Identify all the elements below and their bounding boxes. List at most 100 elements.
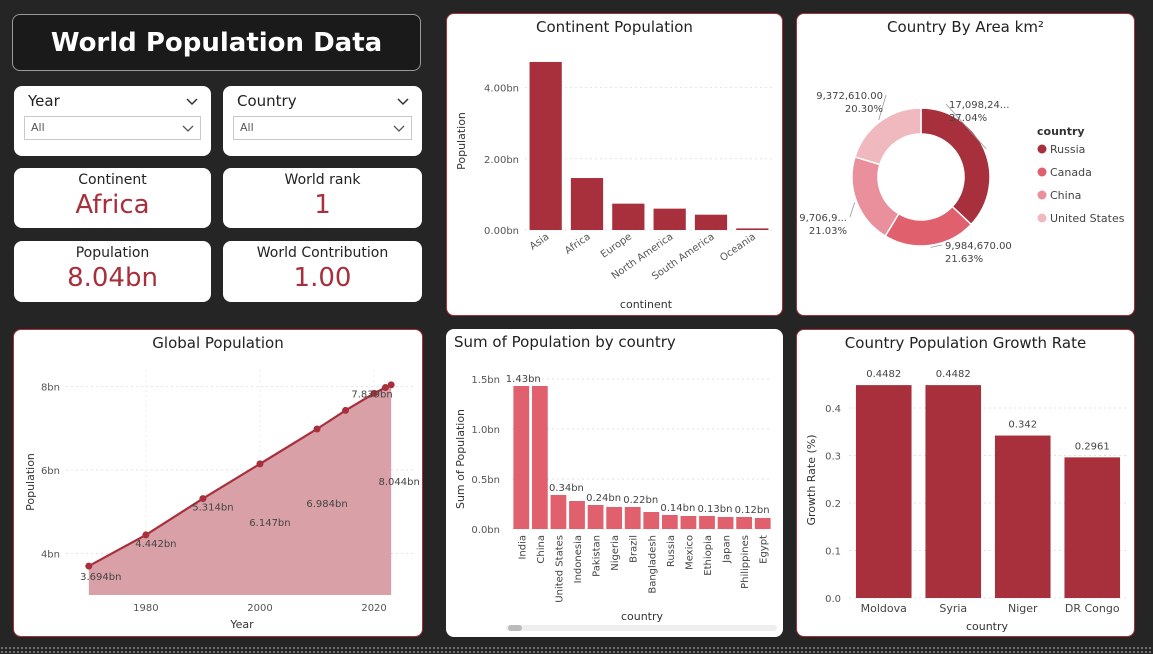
- x-axis-label: country: [621, 610, 664, 623]
- x-tick-label: Russia: [666, 535, 677, 567]
- x-tick-label: Japan: [722, 535, 733, 564]
- population-kpi-label: Population: [75, 245, 150, 261]
- y-tick-label: 0.5bn: [471, 475, 500, 486]
- data-label: 0.12bn: [735, 505, 770, 516]
- x-tick-label: Ethiopia: [703, 535, 714, 576]
- y-tick-label: 0.1: [825, 547, 841, 558]
- year-slicer[interactable]: Year All: [14, 86, 211, 156]
- legend-item-china: China: [1050, 189, 1081, 202]
- population-by-country-card[interactable]: Sum of Population by country 0.0bn 0.5bn 1…: [446, 329, 783, 637]
- continent-kpi-label: Continent: [78, 172, 147, 188]
- growth-rate-card[interactable]: Country Population Growth Rate 0.0 0.1 0.2…: [796, 329, 1135, 637]
- scrollbar-thumb[interactable]: [508, 625, 522, 631]
- bar-pakistan: [587, 505, 604, 529]
- data-label: 0.34bn: [549, 483, 584, 494]
- x-tick-label: Brazil: [629, 535, 640, 563]
- y-tick-label: 4bn: [41, 549, 60, 560]
- horizontal-scrollbar[interactable]: [506, 625, 777, 631]
- bar-japan: [717, 517, 734, 529]
- slice-percent-label: 21.03%: [809, 226, 847, 237]
- donut-slice-united-states: [854, 107, 922, 166]
- world-contribution-kpi-value: 1.00: [293, 263, 352, 293]
- x-tick-label: Philippines: [740, 535, 751, 589]
- y-tick-label: 0.0: [825, 594, 841, 605]
- y-axis-label: Population: [455, 112, 468, 170]
- x-tick-label: China: [536, 535, 547, 564]
- bar-india: [513, 386, 530, 529]
- data-label: 7.839bn: [351, 389, 392, 400]
- year-dropdown-value: All: [31, 121, 45, 134]
- y-axis-label: Population: [24, 453, 37, 511]
- legend-item-united-states: United States: [1050, 212, 1125, 225]
- y-axis-label: Sum of Population: [454, 409, 467, 509]
- chevron-down-icon[interactable]: [185, 94, 199, 108]
- x-axis-label: Year: [229, 618, 254, 631]
- world-contribution-kpi-label: World Contribution: [256, 245, 389, 261]
- data-label: 4.442bn: [135, 539, 176, 550]
- bar-dr-congo: [1064, 457, 1121, 598]
- data-label: 8.044bn: [379, 477, 420, 488]
- bar-brazil: [624, 507, 641, 529]
- data-label: 6.147bn: [249, 518, 290, 529]
- world-rank-kpi-label: World rank: [284, 172, 361, 188]
- bar-syria: [925, 385, 982, 598]
- x-tick-label: Asia: [528, 231, 551, 252]
- bar-south-america: [694, 214, 728, 230]
- chevron-down-icon: [393, 125, 405, 132]
- bar-africa: [570, 178, 604, 230]
- continent-population-chart[interactable]: 0.00bn2.00bn4.00bnAsia Africa EuropeNorth …: [447, 14, 783, 316]
- country-slicer[interactable]: Country All: [223, 86, 422, 156]
- year-dropdown[interactable]: All: [24, 116, 201, 140]
- x-axis-label: continent: [620, 298, 673, 311]
- bar-moldova: [855, 385, 912, 598]
- data-label: 0.24bn: [586, 493, 621, 504]
- data-point-2023: [387, 381, 395, 389]
- data-point-1980: [142, 531, 150, 539]
- data-label: 0.342: [1008, 420, 1037, 431]
- bar-asia: [529, 61, 562, 230]
- world-rank-kpi-card: World rank 1: [223, 168, 422, 228]
- x-axis-label: country: [966, 620, 1009, 633]
- x-tick-label: Bangladesh: [647, 535, 658, 594]
- y-tick-label: 1.5bn: [471, 375, 500, 386]
- growth-rate-chart[interactable]: 0.0 0.1 0.2 0.3 0.4 0.4482 Moldova 0.4482 Syria 0…: [797, 330, 1135, 637]
- data-point-1990: [199, 495, 207, 503]
- y-axis-label: Growth Rate (%): [805, 434, 818, 525]
- x-tick-label: Nigeria: [610, 535, 621, 571]
- data-label: 1.43bn: [506, 374, 541, 385]
- global-population-card[interactable]: Global Population 4bn 6bn 8bn 1980 2000 2020 3…: [13, 329, 423, 637]
- y-tick-label: 0.3: [825, 452, 841, 463]
- bar-russia: [661, 515, 678, 529]
- legend-swatch: [1037, 190, 1047, 200]
- y-tick-label: 6bn: [41, 466, 60, 477]
- chevron-down-icon[interactable]: [396, 94, 410, 108]
- global-population-chart[interactable]: 4bn 6bn 8bn 1980 2000 2020 3.694bn 4.442bn 5.314…: [14, 330, 423, 637]
- legend-swatch: [1037, 213, 1047, 223]
- legend-item-russia: Russia: [1050, 143, 1085, 156]
- country-dropdown[interactable]: All: [233, 116, 412, 140]
- x-tick-label: Syria: [939, 602, 967, 615]
- y-tick-label: 4.00bn: [484, 84, 519, 95]
- population-by-country-chart[interactable]: 0.0bn 0.5bn 1.0bn 1.5bn India 1.43bn China Unit…: [446, 329, 783, 637]
- data-label: 3.694bn: [80, 572, 121, 583]
- data-label: 0.4482: [866, 369, 901, 380]
- y-tick-label: 0.2: [825, 499, 841, 510]
- slice-value-label: 17,098,24...: [949, 100, 1009, 111]
- bar-indonesia: [569, 501, 585, 529]
- country-area-card[interactable]: Country By Area km² 17,098,24... 37.04% 9,…: [796, 13, 1135, 316]
- data-label: 6.984bn: [306, 499, 347, 510]
- data-label: 0.4482: [936, 369, 971, 380]
- bar-egypt: [754, 518, 771, 529]
- country-area-donut-chart[interactable]: 17,098,24... 37.04% 9,984,670.00 21.63% 9,70…: [797, 14, 1135, 316]
- year-slicer-label: Year: [28, 92, 60, 110]
- data-point-1970: [85, 562, 93, 570]
- x-tick-label: 2020: [361, 603, 386, 614]
- bar-nigeria: [606, 507, 623, 529]
- slice-percent-label: 21.63%: [945, 254, 983, 265]
- legend-title: country: [1037, 125, 1085, 138]
- continent-kpi-value: Africa: [75, 190, 150, 220]
- continent-population-card[interactable]: Continent Population 0.00bn 2.00bn 4.00bn A…: [446, 13, 783, 316]
- world-rank-kpi-value: 1: [314, 190, 331, 220]
- x-tick-label: Indonesia: [573, 535, 584, 583]
- slice-value-label: 9,372,610.00: [816, 91, 883, 102]
